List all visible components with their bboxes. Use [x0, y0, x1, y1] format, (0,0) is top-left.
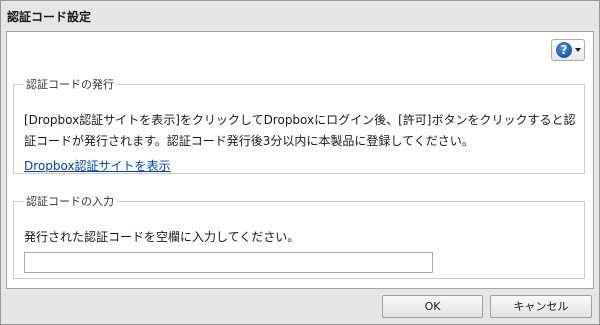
- dialog-titlebar: 認証コード設定: [1, 1, 599, 31]
- auth-code-input-legend: 認証コードの入力: [26, 195, 114, 208]
- help-icon: ?: [556, 42, 572, 58]
- auth-code-input[interactable]: [24, 252, 433, 273]
- auth-code-dialog: 認証コード設定 ? 認証コードの発行 [Dropbox認証サイトを表示]をクリッ…: [0, 0, 600, 325]
- auth-code-input-instructions: 発行された認証コードを空欄に入力してください。: [24, 230, 300, 244]
- cancel-button[interactable]: キャンセル: [490, 295, 592, 318]
- dialog-title: 認証コード設定: [7, 10, 92, 24]
- dropbox-auth-site-link[interactable]: Dropbox認証サイトを表示: [24, 157, 171, 174]
- auth-code-input-group: 認証コードの入力 発行された認証コードを空欄に入力してください。: [13, 193, 585, 279]
- chevron-down-icon: [575, 48, 581, 52]
- auth-code-issue-group: 認証コードの発行 [Dropbox認証サイトを表示]をクリックしてDropbox…: [13, 76, 585, 174]
- help-menu-button[interactable]: ?: [551, 39, 585, 61]
- auth-code-issue-legend: 認証コードの発行: [26, 78, 114, 91]
- auth-code-issue-instructions: [Dropbox認証サイトを表示]をクリックしてDropboxにログイン後、[許…: [24, 113, 576, 148]
- ok-button[interactable]: OK: [382, 295, 483, 318]
- dialog-content-panel: ? 認証コードの発行 [Dropbox認証サイトを表示]をクリックしてDropb…: [6, 31, 594, 289]
